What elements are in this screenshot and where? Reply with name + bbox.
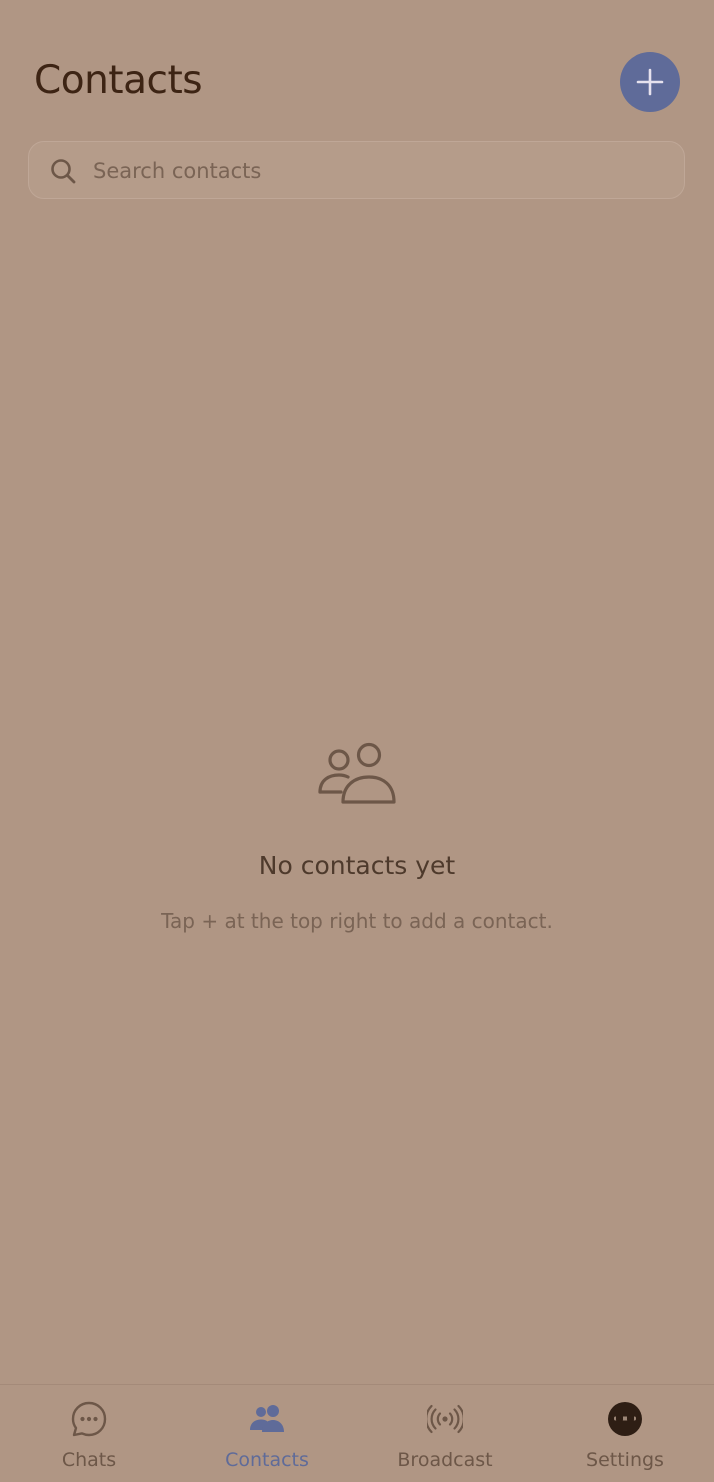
people-icon xyxy=(250,1405,284,1432)
chat-bubble-icon xyxy=(71,1401,107,1437)
tab-label: Chats xyxy=(61,1449,117,1471)
add-contact-button[interactable] xyxy=(620,52,680,112)
tab-broadcast[interactable]: Broadcast xyxy=(356,1385,534,1482)
search-icon xyxy=(51,159,76,184)
tab-label: Contacts xyxy=(225,1449,309,1471)
tab-contacts[interactable]: Contacts xyxy=(178,1385,356,1482)
bottom-tab-bar: Chats Contacts Broadcast Settings xyxy=(0,1384,714,1482)
people-icon xyxy=(318,742,396,804)
search-bar xyxy=(28,141,685,200)
avatar-icon xyxy=(608,1402,642,1436)
broadcast-icon xyxy=(427,1404,463,1434)
tab-settings[interactable]: Settings xyxy=(536,1385,714,1482)
tab-label: Settings xyxy=(586,1449,664,1471)
empty-state-subtitle: Tap + at the top right to add a contact. xyxy=(161,909,553,933)
empty-state-title: No contacts yet xyxy=(258,851,456,880)
page-title: Contacts xyxy=(34,58,203,103)
search-input[interactable] xyxy=(91,142,675,200)
tab-chats[interactable]: Chats xyxy=(0,1385,178,1482)
tab-label: Broadcast xyxy=(397,1449,493,1471)
header: Contacts xyxy=(0,0,714,130)
plus-icon xyxy=(636,68,664,96)
